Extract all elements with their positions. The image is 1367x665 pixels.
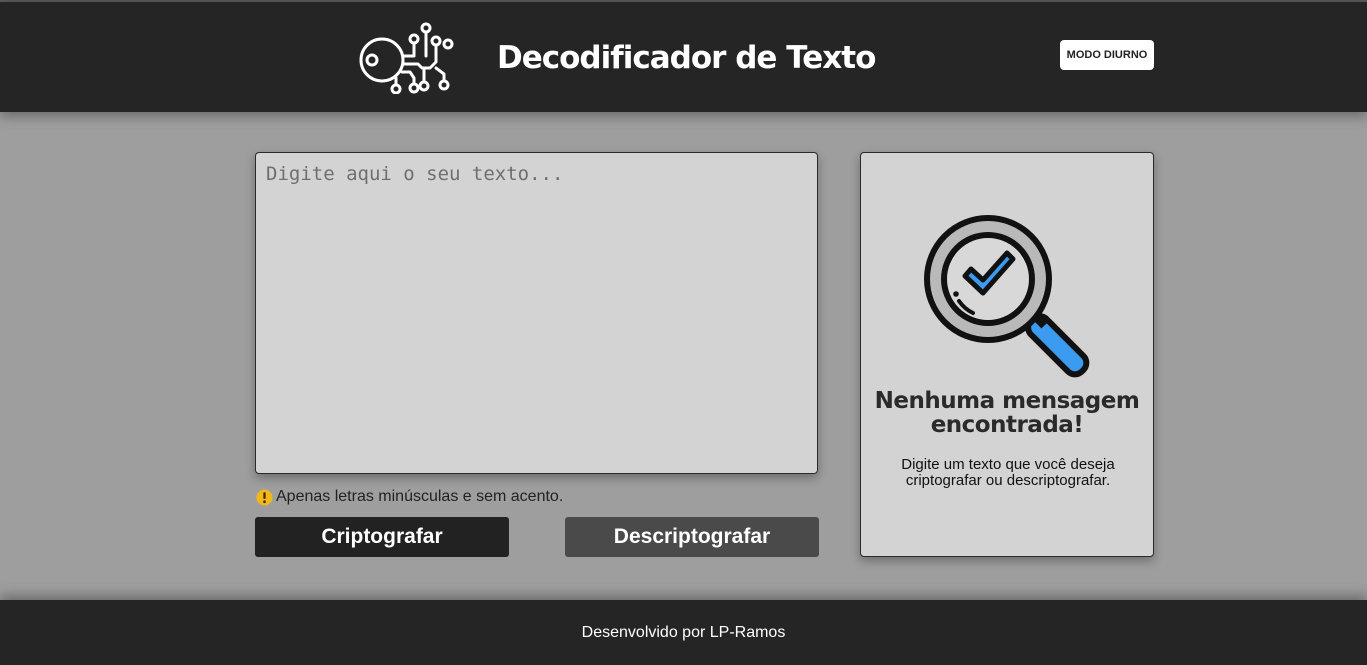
exclamation-circle-icon (256, 488, 273, 506)
hint-text: Apenas letras minúsculas e sem acento. (276, 488, 564, 505)
result-description: Digite um texto que você deseja criptogr… (901, 456, 1115, 489)
result-title: Nenhuma mensagem encontrada! (874, 388, 1140, 438)
key-circuit-icon (359, 22, 454, 94)
page-title: Decodificador de Texto (497, 40, 876, 76)
magnifier-check-icon (924, 215, 1090, 378)
day-mode-button[interactable]: MODO DIURNO (1060, 40, 1154, 70)
encrypt-button[interactable]: Criptografar (255, 517, 509, 557)
app-header: Decodificador de Texto MODO DIURNO (0, 2, 1367, 112)
result-panel: Nenhuma mensagem encontrada! Digite um t… (860, 152, 1154, 557)
footer-credit: Desenvolvido por LP-Ramos (581, 623, 786, 641)
input-hint: Apenas letras minúsculas e sem acento. (256, 487, 563, 507)
text-input[interactable] (255, 152, 818, 474)
decrypt-button[interactable]: Descriptografar (565, 517, 819, 557)
app-footer: Desenvolvido por LP-Ramos (0, 600, 1367, 665)
